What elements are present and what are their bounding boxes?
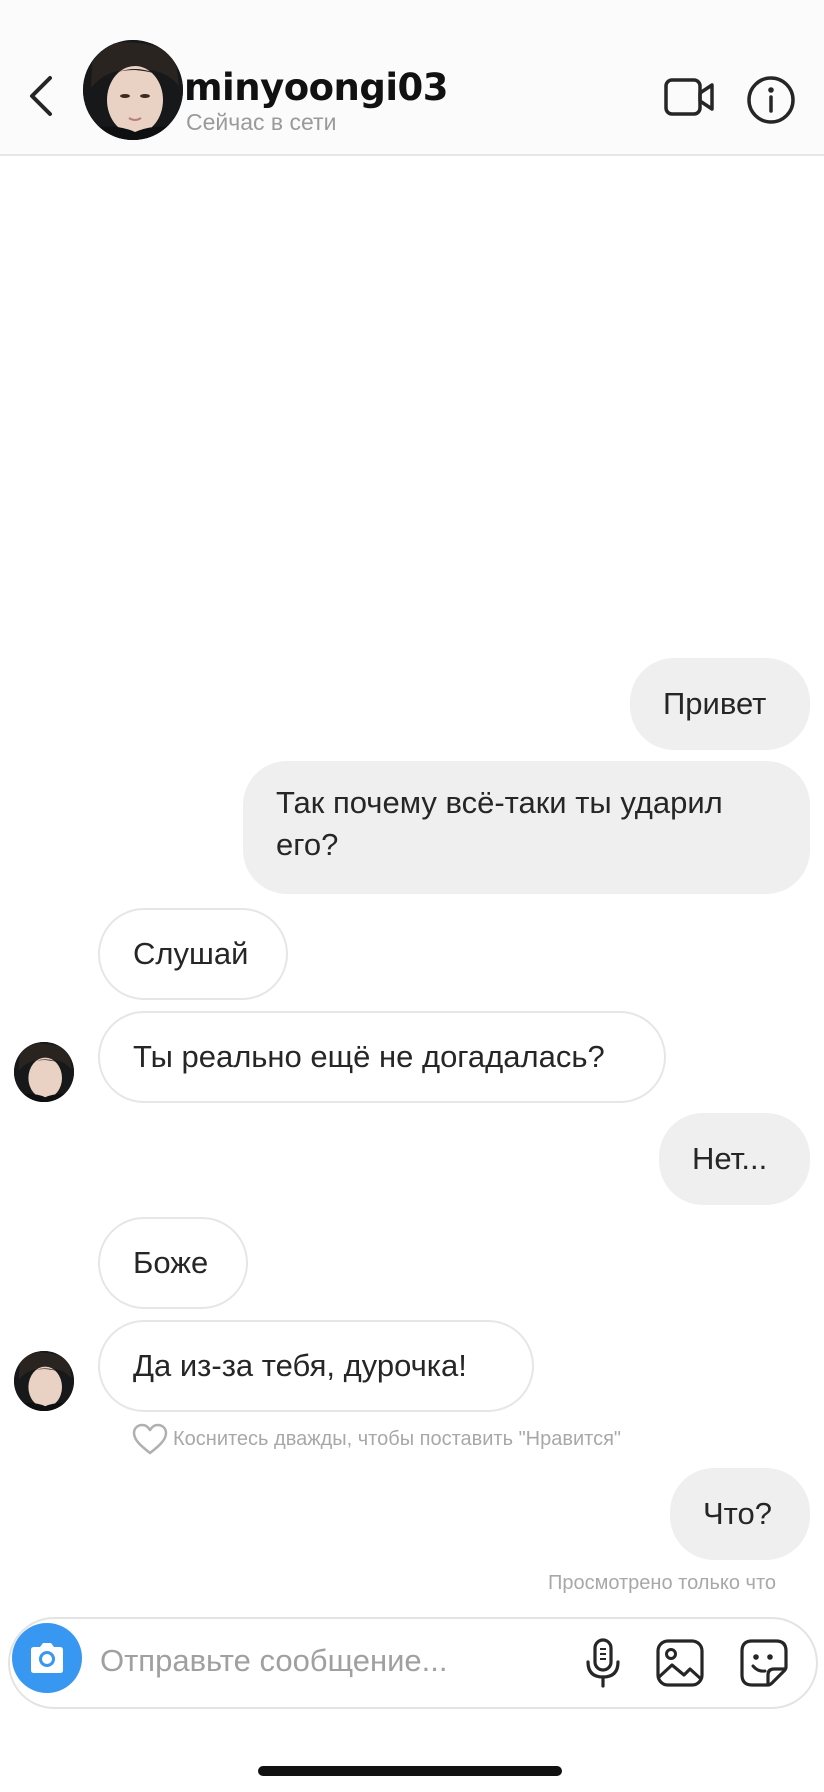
message-text: Так почему всё-таки ты ударил его?: [276, 785, 723, 862]
avatar-photo: [14, 1042, 74, 1102]
message-bubble-outgoing[interactable]: Привет: [630, 658, 810, 750]
sticker-icon: [740, 1639, 788, 1687]
seen-status: Просмотрено только что: [547, 1572, 776, 1594]
sender-avatar[interactable]: [14, 1351, 74, 1411]
info-button[interactable]: [745, 74, 797, 126]
chat-username[interactable]: minyoongi03: [184, 66, 449, 109]
video-camera-icon: [664, 78, 714, 116]
gallery-button[interactable]: [654, 1637, 706, 1689]
message-composer: [8, 1617, 818, 1709]
chevron-left-icon: [30, 76, 52, 116]
message-text: Привет: [663, 686, 767, 721]
message-text: Что?: [703, 1496, 772, 1531]
message-bubble-incoming[interactable]: Боже: [98, 1217, 248, 1309]
avatar[interactable]: [83, 40, 183, 140]
message-text: Боже: [133, 1245, 209, 1280]
message-text: Слушай: [133, 936, 249, 971]
info-icon: [747, 76, 795, 124]
message-bubble-incoming[interactable]: Да из-за тебя, дурочка!: [98, 1320, 534, 1412]
voice-message-button[interactable]: [580, 1637, 626, 1689]
message-bubble-outgoing[interactable]: Нет...: [659, 1113, 810, 1205]
sticker-button[interactable]: [738, 1637, 790, 1689]
message-bubble-outgoing[interactable]: Что?: [670, 1468, 810, 1560]
avatar-photo: [83, 40, 183, 140]
double-tap-like-hint: Коснитесь дважды, чтобы поставить "Нрави…: [131, 1420, 621, 1458]
message-text: Да из-за тебя, дурочка!: [133, 1348, 467, 1383]
avatar-photo: [14, 1351, 74, 1411]
online-status: Сейчас в сети: [186, 109, 337, 135]
sender-avatar[interactable]: [14, 1042, 74, 1102]
chat-header: minyoongi03 Сейчас в сети: [0, 0, 824, 156]
image-gallery-icon: [656, 1639, 704, 1687]
microphone-icon: [586, 1638, 620, 1688]
message-text: Нет...: [692, 1141, 768, 1176]
camera-icon: [31, 1643, 63, 1673]
home-indicator: [258, 1766, 562, 1776]
back-button[interactable]: [22, 70, 62, 122]
message-bubble-incoming[interactable]: Ты реально ещё не догадалась?: [98, 1011, 666, 1103]
message-text: Ты реально ещё не догадалась?: [133, 1039, 605, 1074]
like-hint-text: Коснитесь дважды, чтобы поставить "Нрави…: [173, 1427, 622, 1450]
message-bubble-outgoing[interactable]: Так почему всё-таки ты ударил его?: [243, 761, 810, 894]
camera-button[interactable]: [12, 1623, 82, 1693]
message-input[interactable]: [100, 1639, 500, 1683]
heart-icon[interactable]: [131, 1422, 169, 1456]
message-bubble-incoming[interactable]: Слушай: [98, 908, 288, 1000]
video-call-button[interactable]: [662, 74, 716, 120]
